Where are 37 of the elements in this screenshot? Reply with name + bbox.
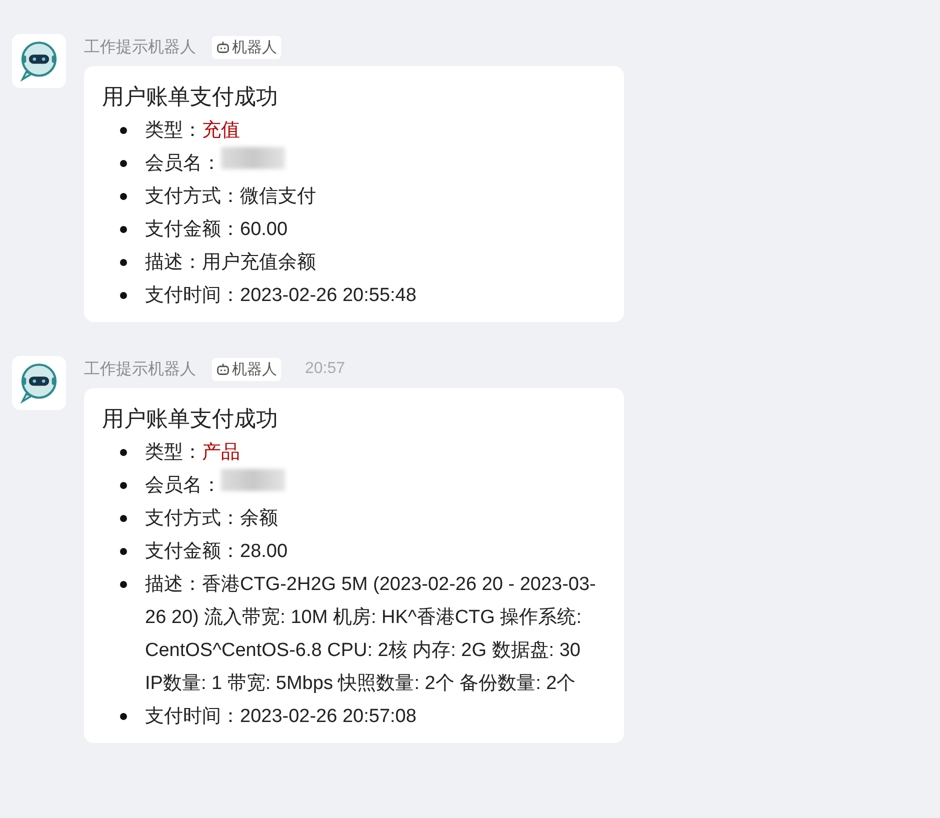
bullet-icon xyxy=(120,548,127,555)
list-item-text: 支付方式：微信支付 xyxy=(145,185,317,209)
list-item-text: 支付方式：余额 xyxy=(145,507,279,531)
bullet-icon xyxy=(120,226,127,233)
list-item-text: 支付金额：28.00 xyxy=(145,540,289,564)
blurred-name xyxy=(221,469,285,491)
robot-icon xyxy=(216,362,230,376)
bullet-icon xyxy=(120,160,127,167)
bot-avatar[interactable] xyxy=(12,356,66,410)
list-item-text: 会员名： xyxy=(145,474,221,498)
bullet-icon xyxy=(120,193,127,200)
badge-label: 机器人 xyxy=(232,38,277,56)
message-title: 用户账单支付成功 xyxy=(102,83,279,111)
message-title: 用户账单支付成功 xyxy=(102,405,279,433)
list-item-text: 支付时间：2023-02-26 20:55:48 xyxy=(145,284,418,308)
list-item-text: 支付金额：60.00 xyxy=(145,218,289,242)
bullet-icon xyxy=(120,449,127,456)
list-item-text: 类型：产品 xyxy=(145,441,241,465)
blurred-name xyxy=(221,147,285,169)
message-time: 20:57 xyxy=(305,360,346,378)
list-item-text: 描述：用户充值余额 xyxy=(145,251,317,275)
bullet-icon xyxy=(120,127,127,134)
bullet-icon xyxy=(120,581,127,588)
list-item-text: 会员名： xyxy=(145,152,221,176)
bullet-icon xyxy=(120,713,127,720)
sender-name: 工作提示机器人 xyxy=(84,38,196,58)
sender-name: 工作提示机器人 xyxy=(84,360,196,380)
robot-icon xyxy=(216,40,230,54)
bullet-icon xyxy=(120,259,127,266)
list-item-text: 支付时间：2023-02-26 20:57:08 xyxy=(145,705,418,729)
bot-avatar[interactable] xyxy=(12,34,66,88)
bullet-icon xyxy=(120,515,127,522)
bullet-icon xyxy=(120,292,127,299)
badge-label: 机器人 xyxy=(232,360,277,378)
list-item-text: 类型：充值 xyxy=(145,119,241,143)
list-item-text: 描述：香港CTG-2H2G 5M (2023-02-26 20 - 2023-03-26 20) 流入带宽: 10M 机房: HK^香港CTG 操作系统: CentOS^CentOS-6.8 CPU: 2核 内存: 2G 数据盘: 30 IP数量: 1 带宽: 5Mbps 快照数量: 2个 备份数量: 2个 xyxy=(145,573,597,696)
bullet-icon xyxy=(120,482,127,489)
